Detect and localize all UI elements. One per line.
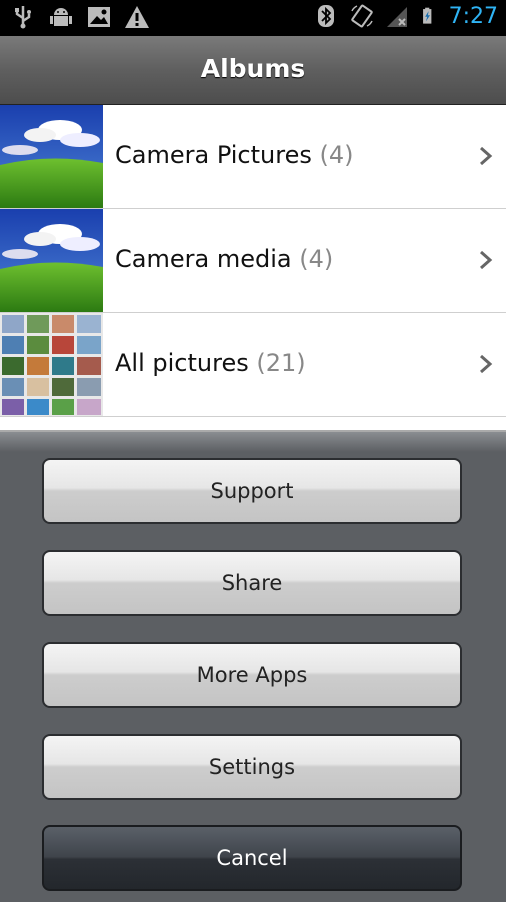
album-thumbnail	[0, 313, 103, 416]
album-count: (21)	[256, 349, 306, 377]
album-row-camera-media[interactable]: Camera media (4)	[0, 209, 506, 313]
notification-icons	[10, 4, 150, 30]
album-name: Camera Pictures	[115, 141, 312, 169]
clock: 7:27	[448, 3, 498, 29]
chevron-right-icon	[480, 354, 493, 374]
album-title: Camera Pictures (4)	[115, 141, 354, 169]
more-apps-button[interactable]: More Apps	[42, 642, 462, 708]
album-count: (4)	[299, 245, 334, 273]
bluetooth-icon	[317, 5, 334, 27]
title-bar: Albums	[0, 36, 506, 106]
album-name: Camera media	[115, 245, 292, 273]
album-count: (4)	[319, 141, 354, 169]
album-list: Camera Pictures (4) Camera media (4) All…	[0, 105, 506, 430]
album-thumbnail	[0, 209, 103, 312]
image-notification-icon	[88, 7, 110, 27]
options-menu: Support Share More Apps Settings Cancel	[0, 430, 506, 902]
battery-charging-icon	[422, 7, 431, 24]
support-button[interactable]: Support	[42, 458, 462, 524]
share-button[interactable]: Share	[42, 550, 462, 616]
chevron-right-icon	[480, 146, 493, 166]
system-icons: 7:27	[313, 3, 498, 29]
page-title: Albums	[200, 54, 306, 83]
chevron-right-icon	[480, 250, 493, 270]
warning-icon	[125, 6, 149, 28]
screen-rotate-icon	[350, 4, 373, 28]
album-row-camera-pictures[interactable]: Camera Pictures (4)	[0, 105, 506, 209]
settings-button[interactable]: Settings	[42, 734, 462, 800]
album-thumbnail	[0, 105, 103, 208]
album-title: Camera media (4)	[115, 245, 333, 273]
menu-top-edge	[0, 432, 506, 452]
cancel-button[interactable]: Cancel	[42, 825, 462, 891]
usb-icon	[15, 6, 31, 29]
signal-icon	[386, 7, 407, 27]
album-row-all-pictures[interactable]: All pictures (21)	[0, 313, 506, 417]
album-name: All pictures	[115, 349, 249, 377]
status-bar: 7:27	[0, 0, 506, 36]
android-debug-icon	[50, 8, 72, 26]
album-title: All pictures (21)	[115, 349, 306, 377]
